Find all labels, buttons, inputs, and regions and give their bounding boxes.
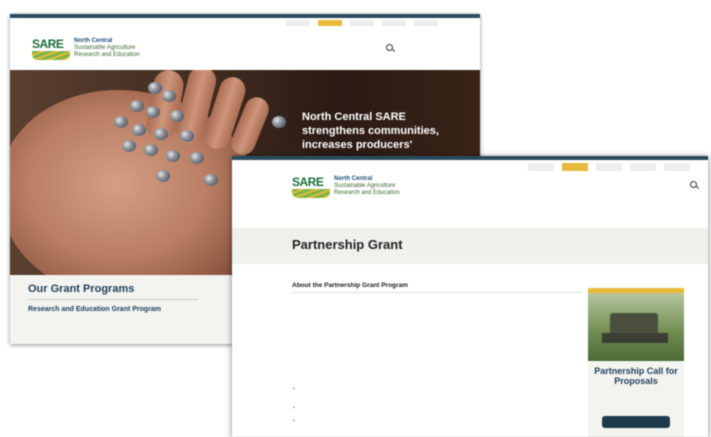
site-logo[interactable]: SARE North Central Sustainable Agricultu… (292, 174, 400, 198)
top-accent-bar (232, 156, 708, 160)
utility-tab[interactable] (528, 163, 554, 171)
utility-tab[interactable] (414, 20, 438, 26)
search-icon[interactable] (690, 181, 697, 188)
section-title: Our Grant Programs (28, 283, 135, 295)
page-title-band: Partnership Grant (232, 228, 708, 264)
utility-tab[interactable] (318, 20, 342, 26)
utility-tab[interactable] (350, 20, 374, 26)
search-area (612, 181, 697, 188)
card-photo (588, 293, 684, 361)
utility-tab[interactable] (562, 163, 588, 171)
logo-mark-text: SARE (292, 175, 324, 189)
sare-logo-icon: SARE (32, 36, 70, 60)
utility-tab[interactable] (382, 20, 406, 26)
utility-tabs (528, 163, 690, 171)
logo-line: Research and Education (74, 51, 140, 58)
logo-mark-text: SARE (32, 37, 64, 51)
utility-tab[interactable] (596, 163, 622, 171)
logo-region: North Central (74, 37, 113, 44)
utility-tab[interactable] (286, 20, 310, 26)
search-area (370, 44, 393, 51)
sare-logo-icon: SARE (292, 174, 330, 198)
front-browser-window: SARE North Central Sustainable Agricultu… (232, 156, 708, 437)
page-title: Partnership Grant (292, 237, 403, 252)
logo-line: Sustainable Agriculture (334, 182, 396, 189)
about-heading: About the Partnership Grant Program (292, 282, 408, 289)
logo-line: Sustainable Agriculture (74, 44, 136, 51)
card-button[interactable] (602, 416, 670, 428)
site-logo[interactable]: SARE North Central Sustainable Agricultu… (32, 36, 140, 60)
card-title[interactable]: Partnership Call for Proposals (592, 366, 680, 386)
logo-region: North Central (334, 175, 373, 182)
utility-tab[interactable] (664, 163, 690, 171)
utility-tab[interactable] (630, 163, 656, 171)
top-accent-bar (10, 14, 480, 18)
call-for-proposals-card: Partnership Call for Proposals (588, 288, 684, 437)
search-icon[interactable] (386, 44, 393, 51)
grant-program-link[interactable]: Research and Education Grant Program (28, 306, 161, 313)
utility-tabs (286, 20, 438, 27)
logo-line: Research and Education (334, 189, 400, 196)
hero-headline: North Central SARE strengthens communiti… (302, 111, 439, 151)
